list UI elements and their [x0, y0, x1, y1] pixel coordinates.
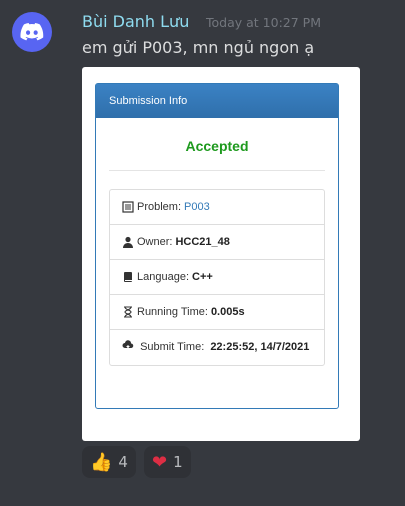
running-time-value: 0.005s [210, 306, 245, 318]
language-row: Language: C++ [110, 260, 324, 295]
submission-panel: Submission Info Accepted Problem: P003 O… [95, 83, 339, 409]
message-timestamp[interactable]: Today at 10:27 PM [206, 15, 321, 30]
reaction-heart[interactable]: ❤ 1 [144, 446, 191, 478]
submit-time-value: 22:25:52, 14/7/2021 [210, 341, 310, 353]
problem-label: Problem: [137, 201, 182, 213]
hourglass-icon [124, 306, 132, 318]
book-icon [124, 272, 132, 282]
language-value: C++ [192, 271, 213, 283]
list-icon [122, 201, 134, 213]
user-icon [123, 236, 133, 248]
owner-label: Owner: [137, 236, 173, 248]
message-text: em gửi P003, mn ngủ ngon ạ [82, 38, 315, 57]
status-accepted: Accepted [185, 138, 249, 154]
language-label: Language: [137, 271, 189, 283]
thumbs-up-icon: 👍 [90, 451, 113, 473]
heart-icon: ❤ [152, 451, 168, 473]
cloud-upload-icon [122, 340, 134, 350]
avatar[interactable] [12, 12, 52, 52]
discord-logo-icon [20, 23, 44, 41]
owner-row: Owner: HCC21_48 [110, 225, 324, 260]
panel-heading: Submission Info [96, 84, 338, 118]
running-time-row: Running Time: 0.005s [110, 295, 324, 330]
reaction-count: 4 [118, 453, 128, 471]
author-name[interactable]: Bùi Danh Lưu [82, 12, 189, 31]
problem-link: P003 [184, 201, 210, 213]
running-time-label: Running Time: [137, 306, 208, 318]
submit-time-row: Submit Time: 22:25:52, 14/7/2021 [110, 330, 324, 365]
submit-time-label: Submit Time: [140, 341, 205, 353]
owner-value: HCC21_48 [175, 236, 230, 248]
attachment-image[interactable]: Submission Info Accepted Problem: P003 O… [82, 67, 360, 441]
info-list: Problem: P003 Owner: HCC21_48 Language: … [109, 189, 325, 366]
divider [109, 170, 325, 171]
reaction-count: 1 [173, 453, 183, 471]
reaction-thumbs-up[interactable]: 👍 4 [82, 446, 136, 478]
problem-row: Problem: P003 [110, 190, 324, 225]
